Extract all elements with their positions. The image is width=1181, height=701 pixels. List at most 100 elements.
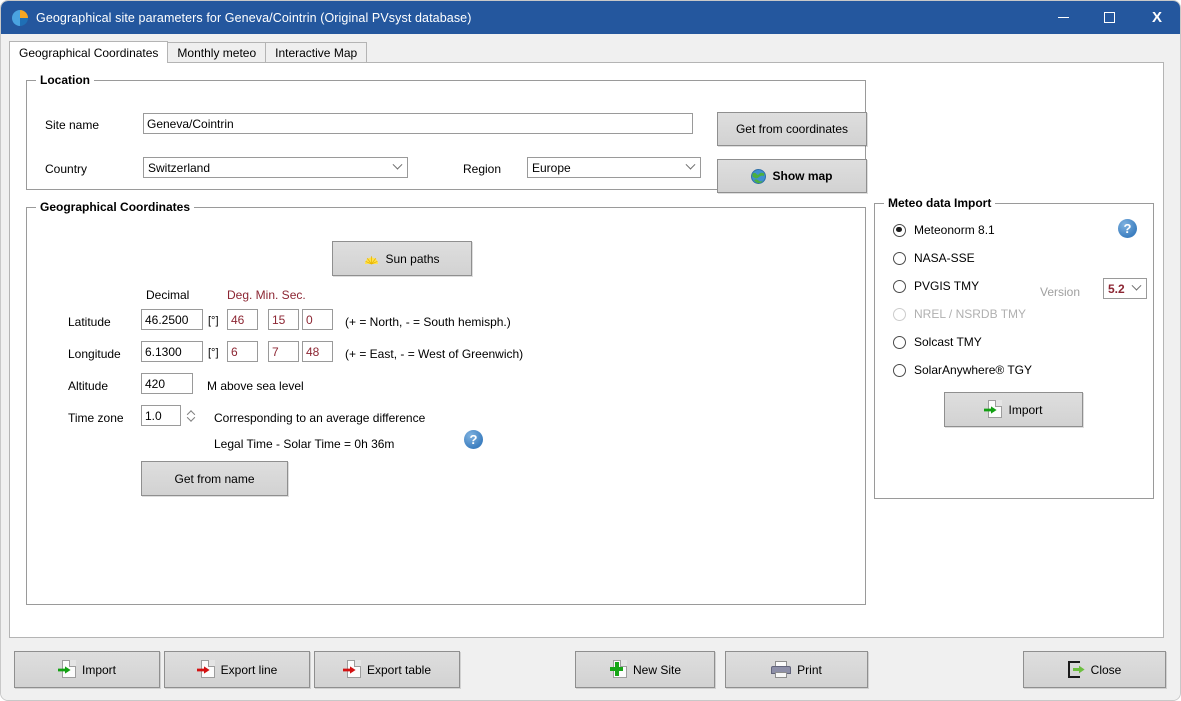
- radio-button-icon: [893, 335, 906, 349]
- latitude-degree-unit: [°]: [208, 315, 219, 327]
- window-controls: X: [1040, 1, 1180, 34]
- footer-print-label: Print: [797, 662, 822, 677]
- tab-strip: Geographical Coordinates Monthly meteo I…: [9, 41, 368, 63]
- footer-close-button[interactable]: Close: [1023, 651, 1166, 688]
- timezone-hint: Corresponding to an average difference: [214, 411, 426, 425]
- chevron-down-icon: [680, 158, 700, 177]
- location-group: Location Site name Geneva/Cointrin Count…: [26, 73, 867, 193]
- radio-meteonorm[interactable]: Meteonorm 8.1: [893, 223, 995, 237]
- longitude-seconds-input[interactable]: 48: [302, 341, 333, 362]
- site-name-input[interactable]: Geneva/Cointrin: [143, 113, 693, 134]
- longitude-decimal-input[interactable]: 6.1300: [141, 341, 203, 362]
- maximize-icon: [1103, 12, 1115, 23]
- footer-new-site-button[interactable]: New Site: [575, 651, 715, 688]
- radio-solaranywhere-tgy[interactable]: SolarAnywhere® TGY: [893, 363, 1032, 377]
- decimal-column-header: Decimal: [146, 288, 190, 302]
- meteo-import-button[interactable]: Import: [944, 392, 1083, 427]
- country-label: Country: [45, 162, 88, 176]
- minimize-button[interactable]: [1040, 1, 1086, 34]
- altitude-input[interactable]: 420: [141, 373, 193, 394]
- latitude-minutes-input[interactable]: 15: [268, 309, 299, 330]
- get-from-coordinates-button[interactable]: Get from coordinates: [717, 112, 867, 146]
- footer-print-button[interactable]: Print: [725, 651, 868, 688]
- longitude-hint: (+ = East, - = West of Greenwich): [345, 347, 524, 361]
- region-select[interactable]: Europe: [527, 157, 701, 178]
- longitude-degree-unit: [°]: [208, 347, 219, 359]
- region-label: Region: [463, 162, 502, 176]
- window-title: Geographical site parameters for Geneva/…: [36, 10, 472, 25]
- import-file-icon: [57, 660, 76, 679]
- radio-nrel-nsrdb-tmy: NREL / NSRDB TMY: [893, 307, 1026, 321]
- longitude-label: Longitude: [68, 347, 121, 361]
- footer-export-line-button[interactable]: Export line: [164, 651, 310, 688]
- radio-nasa-sse[interactable]: NASA-SSE: [893, 251, 975, 265]
- exit-icon: [1067, 661, 1085, 678]
- title-bar: Geographical site parameters for Geneva/…: [1, 1, 1180, 34]
- globe-icon: [751, 168, 767, 184]
- longitude-minutes-input[interactable]: 7: [268, 341, 299, 362]
- longitude-degrees-input[interactable]: 6: [227, 341, 258, 362]
- get-from-name-button[interactable]: Get from name: [141, 461, 288, 496]
- version-label: Version: [1040, 285, 1081, 299]
- tab-interactive-map[interactable]: Interactive Map: [265, 42, 368, 63]
- footer-new-site-label: New Site: [632, 662, 682, 677]
- country-select[interactable]: Switzerland: [143, 157, 408, 178]
- show-map-label: Show map: [772, 169, 833, 183]
- timezone-stepper[interactable]: 1.0: [141, 405, 199, 426]
- radio-pvgis-tmy[interactable]: PVGIS TMY: [893, 279, 979, 293]
- sun-paths-label: Sun paths: [385, 251, 440, 266]
- footer-import-label: Import: [81, 662, 116, 677]
- timezone-input[interactable]: 1.0: [141, 405, 181, 426]
- footer-export-line-label: Export line: [220, 662, 278, 677]
- version-select[interactable]: 5.2: [1103, 278, 1147, 299]
- plus-icon: [609, 660, 627, 679]
- tab-geographical-coordinates[interactable]: Geographical Coordinates: [9, 41, 169, 63]
- tab-page-geographical-coordinates: Location Site name Geneva/Cointrin Count…: [9, 62, 1164, 638]
- dms-column-header: Deg. Min. Sec.: [227, 288, 306, 302]
- close-window-button[interactable]: X: [1132, 1, 1180, 34]
- minimize-icon: [1057, 17, 1069, 18]
- latitude-label: Latitude: [68, 315, 111, 329]
- latitude-seconds-input[interactable]: 0: [302, 309, 333, 330]
- geographical-coordinates-group: Geographical Coordinates Sun paths Decim…: [26, 200, 866, 605]
- import-file-icon: [984, 400, 1003, 419]
- timezone-spinner-arrows[interactable]: [183, 405, 199, 426]
- latitude-decimal-input[interactable]: 46.2500: [141, 309, 203, 330]
- chevron-down-icon: [1126, 279, 1146, 298]
- radio-nasa-sse-label: NASA-SSE: [914, 251, 975, 265]
- radio-nrel-nsrdb-tmy-label: NREL / NSRDB TMY: [914, 307, 1027, 321]
- radio-button-icon: [893, 223, 906, 237]
- country-select-value: Switzerland: [148, 160, 211, 175]
- latitude-degrees-input[interactable]: 46: [227, 309, 258, 330]
- radio-button-icon: [893, 251, 906, 265]
- radio-solcast-tmy-label: Solcast TMY: [914, 335, 982, 349]
- footer-button-bar: Import Export line Export table New Site…: [1, 645, 1180, 700]
- radio-meteonorm-label: Meteonorm 8.1: [914, 223, 995, 237]
- maximize-button[interactable]: [1086, 1, 1132, 34]
- export-file-icon: [342, 660, 361, 679]
- footer-export-table-button[interactable]: Export table: [314, 651, 460, 688]
- altitude-unit-label: M above sea level: [207, 379, 304, 393]
- region-select-value: Europe: [532, 160, 571, 175]
- footer-export-table-label: Export table: [366, 662, 432, 677]
- geo-group-title: Geographical Coordinates: [36, 200, 195, 214]
- tab-monthly-meteo[interactable]: Monthly meteo: [167, 42, 267, 63]
- timezone-label: Time zone: [68, 411, 124, 425]
- location-group-title: Location: [36, 73, 94, 87]
- show-map-button[interactable]: Show map: [717, 159, 867, 193]
- meteo-data-import-group: Meteo data Import ? Meteonorm 8.1 NASA-S…: [874, 196, 1154, 499]
- radio-button-icon: [893, 363, 906, 377]
- get-from-name-label: Get from name: [174, 471, 255, 486]
- meteo-help-icon[interactable]: ?: [1118, 219, 1137, 238]
- site-name-label: Site name: [45, 118, 100, 132]
- timezone-help-icon[interactable]: ?: [464, 430, 483, 449]
- footer-import-button[interactable]: Import: [14, 651, 160, 688]
- altitude-label: Altitude: [68, 379, 109, 393]
- radio-solcast-tmy[interactable]: Solcast TMY: [893, 335, 982, 349]
- chevron-down-icon: [387, 158, 407, 177]
- chevron-down-icon[interactable]: [187, 416, 195, 422]
- radio-pvgis-tmy-label: PVGIS TMY: [914, 279, 980, 293]
- sun-paths-button[interactable]: Sun paths: [332, 241, 472, 276]
- sun-icon: [364, 253, 379, 265]
- radio-button-icon: [893, 307, 906, 321]
